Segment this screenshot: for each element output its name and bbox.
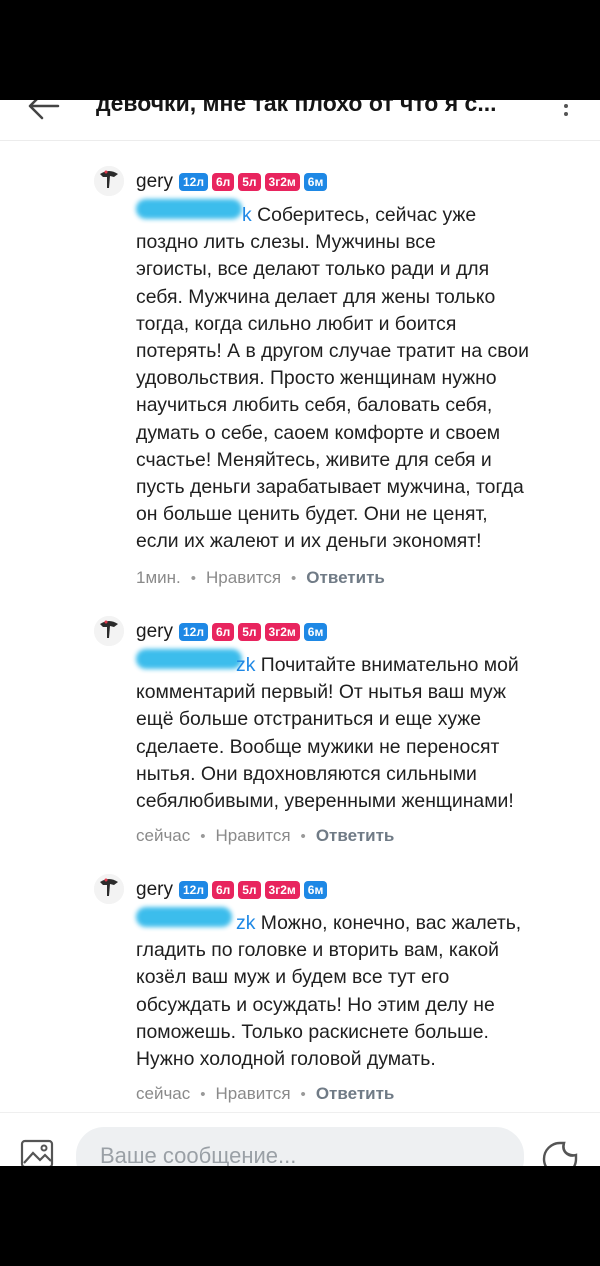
- avatar[interactable]: [94, 166, 124, 196]
- top-app-bar: девочки, мне так плохо от что я с...: [0, 100, 600, 141]
- navigation-bar-black: [0, 1166, 600, 1266]
- mention-link[interactable]: zk: [236, 654, 255, 676]
- author-name[interactable]: gery: [136, 171, 173, 193]
- avatar[interactable]: [94, 874, 124, 904]
- badge: 6л: [211, 623, 235, 641]
- message-input[interactable]: Ваше сообщение...: [76, 1127, 524, 1167]
- avatar-image: [94, 166, 124, 196]
- comment-text: k Соберитесь, сейчас уже поздно лить сле…: [136, 204, 529, 553]
- reply-button[interactable]: Ответить: [316, 1084, 395, 1104]
- message-input-placeholder: Ваше сообщение...: [100, 1143, 297, 1167]
- timestamp: сейчас: [136, 1084, 191, 1103]
- attach-image-button[interactable]: [20, 1139, 56, 1167]
- back-button[interactable]: [18, 100, 62, 124]
- mention-link[interactable]: zk: [236, 912, 255, 934]
- timestamp: 1мин.: [136, 568, 181, 587]
- badge: 6л: [211, 881, 235, 899]
- mention-link[interactable]: k: [242, 204, 252, 226]
- timestamp: сейчас: [136, 826, 191, 845]
- badge: 6л: [211, 173, 235, 191]
- message-composer: Ваше сообщение...: [0, 1112, 600, 1167]
- badge: 6м: [303, 173, 328, 191]
- comment-header: gery 12л 6л 5л 3г2м 6м: [136, 170, 331, 194]
- comment-item: gery 12л 6л 5л 3г2м 6м zk Почитайте вним…: [94, 616, 594, 856]
- badge: 3г2м: [264, 881, 300, 899]
- like-button[interactable]: Нравится: [206, 568, 281, 588]
- comment-header: gery 12л 6л 5л 3г2м 6м: [136, 620, 331, 644]
- back-arrow-icon: [28, 100, 60, 120]
- image-attach-icon: [20, 1139, 54, 1167]
- reply-button[interactable]: Ответить: [316, 826, 395, 846]
- sticker-button[interactable]: [540, 1139, 580, 1167]
- comment-item: gery 12л 6л 5л 3г2м 6м zk Можно, конечно…: [94, 874, 594, 1114]
- comment-header: gery 12л 6л 5л 3г2м 6м: [136, 878, 331, 902]
- badge: 5л: [238, 623, 261, 641]
- comment-item: gery 12л 6л 5л 3г2м 6м k Соберитесь, сей…: [94, 166, 594, 596]
- sticker-icon: [542, 1141, 578, 1167]
- avatar-image: [94, 874, 124, 904]
- comment-meta: 1мин. • Нравится • Ответить: [136, 568, 385, 588]
- badge: 5л: [238, 173, 261, 191]
- badge: 3г2м: [264, 623, 300, 641]
- badge: 12л: [178, 623, 208, 641]
- avatar[interactable]: [94, 616, 124, 646]
- like-button[interactable]: Нравится: [216, 826, 291, 846]
- comment-meta: сейчас • Нравится • Ответить: [136, 1084, 395, 1104]
- page-title: девочки, мне так плохо от что я с...: [96, 100, 497, 116]
- comment-text: zk Почитайте внимательно мой комментарий…: [136, 654, 519, 813]
- like-button[interactable]: Нравится: [216, 1084, 291, 1104]
- avatar-image: [94, 616, 124, 646]
- badge: 6м: [303, 623, 328, 641]
- badge: 5л: [238, 881, 261, 899]
- badge: 6м: [303, 881, 328, 899]
- comment-text: zk Можно, конечно, вас жалеть, гладить п…: [136, 912, 522, 1071]
- reply-button[interactable]: Ответить: [306, 568, 385, 588]
- badge: 3г2м: [264, 173, 300, 191]
- status-bar-black: [0, 0, 600, 100]
- badge: 12л: [178, 173, 208, 191]
- author-name[interactable]: gery: [136, 621, 173, 643]
- more-options-button[interactable]: [556, 100, 576, 122]
- badge: 12л: [178, 881, 208, 899]
- comment-meta: сейчас • Нравится • Ответить: [136, 826, 395, 846]
- author-name[interactable]: gery: [136, 879, 173, 901]
